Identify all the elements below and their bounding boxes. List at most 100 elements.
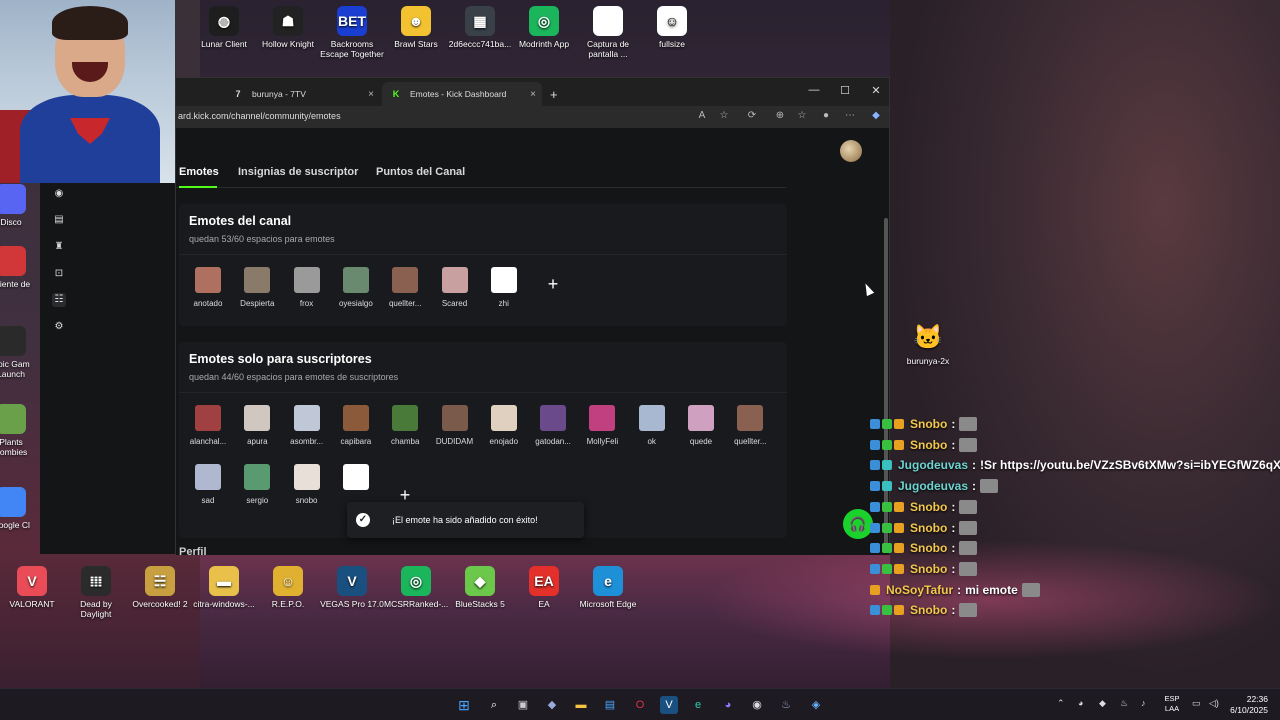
emote-item[interactable]: zhi — [479, 267, 529, 308]
desktop-icon-top-2[interactable]: BET Backrooms Escape Together — [320, 6, 384, 59]
emote-item[interactable]: sad — [183, 464, 233, 505]
desktop-icon-left-2[interactable]: Epic Gam Launch — [0, 326, 40, 379]
emote-item[interactable]: DUDIDAM — [430, 405, 480, 446]
broadcast-icon[interactable]: ◉ — [52, 187, 66, 201]
add-emote-button[interactable]: + — [537, 269, 569, 301]
extensions-icon[interactable]: ⟳ — [744, 110, 760, 121]
close-tab-icon[interactable]: × — [530, 89, 536, 100]
language-indicator[interactable]: ESP LAA — [1160, 694, 1184, 714]
analytics-icon[interactable]: ▤ — [52, 213, 66, 227]
more-menu-icon[interactable]: ⋯ — [842, 110, 858, 121]
desktop-icon-bottom-4[interactable]: ☺ R.E.P.O. — [256, 566, 320, 609]
emote-item[interactable]: quede — [676, 405, 726, 446]
emote-item[interactable]: quellter... — [380, 267, 430, 308]
desktop-icon-left-1[interactable]: Cliente de — [0, 246, 40, 289]
edge-icon[interactable]: e — [689, 696, 707, 714]
trophy-icon[interactable]: ♜ — [52, 240, 66, 254]
discord-icon[interactable]: ◕ — [719, 696, 737, 714]
moderation-icon[interactable]: ⊡ — [52, 267, 66, 281]
desktop-icon-top-5[interactable]: ◎ Modrinth App — [512, 6, 576, 49]
tray-steam-icon[interactable]: ♨ — [1120, 698, 1128, 709]
emote-item[interactable]: MollyFeli — [577, 405, 627, 446]
tab-emotes[interactable]: Emotes — [179, 166, 219, 178]
desktop-icon-left-4[interactable]: Google Cl — [0, 487, 40, 530]
emote-item[interactable]: asombr... — [282, 405, 332, 446]
desktop-icon-top-7[interactable]: ☺ fullsize — [640, 6, 704, 49]
opera-icon[interactable]: O — [631, 696, 649, 714]
obs-icon[interactable]: ◉ — [748, 696, 766, 714]
address-bar[interactable]: ard.kick.com/channel/community/emotes A … — [176, 106, 889, 128]
desktop-icon-bottom-2[interactable]: ☵ Overcooked! 2 — [128, 566, 192, 609]
tab-7tv[interactable]: 7 burunya - 7TV × — [224, 82, 380, 106]
desktop-icon-burunya[interactable]: 🐱 burunya-2x — [896, 323, 960, 367]
network-icon[interactable]: ▭ — [1192, 698, 1201, 709]
file-explorer-icon[interactable]: ▬ — [572, 696, 590, 714]
favorites-icon[interactable]: ☆ — [794, 110, 810, 121]
desktop-icon-bottom-6[interactable]: ◎ MCSRRanked-... — [384, 566, 448, 609]
minimize-button[interactable]: — — [804, 84, 824, 96]
desktop-icon-bottom-5[interactable]: V VEGAS Pro 17.0 — [320, 566, 384, 609]
copilot-icon[interactable]: ◆ — [868, 110, 884, 121]
tray-mic-icon[interactable]: ♪ — [1141, 698, 1146, 708]
emote-item[interactable]: ok — [627, 405, 677, 446]
url-text[interactable]: ard.kick.com/channel/community/emotes — [178, 111, 341, 121]
copilot-taskbar-icon[interactable]: ◆ — [543, 696, 561, 714]
tray-chevron-icon[interactable]: ⌃ — [1057, 698, 1065, 709]
desktop-icon-top-1[interactable]: ☗ Hollow Knight — [256, 6, 320, 49]
desktop-icon-top-4[interactable]: ▦ 2d6eccc741ba... — [448, 6, 512, 49]
emote-item[interactable]: apura — [232, 405, 282, 446]
emote-item[interactable]: sergio — [232, 464, 282, 505]
microphone-icon[interactable]: 🎧 — [843, 509, 873, 539]
emote-item[interactable]: oyesialgo — [331, 267, 381, 308]
emote-item[interactable]: frox — [282, 267, 332, 308]
desktop-icon-top-3[interactable]: ☻ Brawl Stars — [384, 6, 448, 49]
desktop-icon-bottom-3[interactable]: ▬ citra-windows-... — [192, 566, 256, 609]
search-icon[interactable]: ⌕ — [485, 696, 503, 714]
tab-channel-points[interactable]: Puntos del Canal — [376, 166, 465, 178]
tab-subscriber-badges[interactable]: Insignias de suscriptor — [238, 166, 358, 178]
user-avatar[interactable] — [840, 140, 862, 162]
desktop-icon-top-0[interactable]: ◍ Lunar Client — [192, 6, 256, 49]
emote-item[interactable]: enojado — [479, 405, 529, 446]
emote-item[interactable]: snobo — [282, 464, 332, 505]
split-screen-icon[interactable]: ⊕ — [772, 110, 788, 121]
emote-item[interactable]: chamba — [380, 405, 430, 446]
settings-gear-icon[interactable]: ⚙ — [52, 320, 66, 334]
vegas-icon[interactable]: V — [660, 696, 678, 714]
read-aloud-icon[interactable]: A — [694, 110, 710, 121]
favorite-star-icon[interactable]: ☆ — [716, 110, 732, 121]
chat-username: Snobo — [910, 541, 948, 556]
new-tab-button[interactable]: + — [546, 82, 566, 106]
desktop-icon-bottom-1[interactable]: 𝍖 Dead by Daylight — [64, 566, 128, 619]
emote-item[interactable]: quellter... — [725, 405, 775, 446]
tab-kick-dashboard[interactable]: K Emotes - Kick Dashboard × — [382, 82, 542, 106]
close-tab-icon[interactable]: × — [368, 89, 374, 100]
steam-icon[interactable]: ♨ — [777, 696, 795, 714]
system-clock[interactable]: 22:36 6/10/2025 — [1224, 694, 1268, 716]
task-view-icon[interactable]: ▣ — [514, 696, 532, 714]
maximize-button[interactable]: ☐ — [835, 84, 855, 97]
desktop-icon-bottom-0[interactable]: V VALORANT — [0, 566, 64, 609]
desktop-icon-bottom-7[interactable]: ◆ BlueStacks 5 — [448, 566, 512, 609]
desktop-icon-bottom-9[interactable]: e Microsoft Edge — [576, 566, 640, 609]
desktop-icon-left-3[interactable]: Plants Zombies — [0, 404, 40, 457]
tray-app-icon[interactable]: ◆ — [1099, 698, 1106, 709]
emote-item[interactable]: Scared — [430, 267, 480, 308]
desktop-icon-bottom-8[interactable]: EA EA — [512, 566, 576, 609]
emote-item[interactable]: anotado — [183, 267, 233, 308]
desktop-icon-top-6[interactable]: Captura de pantalla ... — [576, 6, 640, 59]
emote-item[interactable]: capibara — [331, 405, 381, 446]
close-window-button[interactable]: ✕ — [866, 84, 886, 97]
volume-icon[interactable]: ◁) — [1209, 698, 1219, 709]
desktop-icon-left-0[interactable]: Disco — [0, 184, 40, 227]
emote-item[interactable]: alanchal... — [183, 405, 233, 446]
tray-discord-icon[interactable]: ◕ — [1078, 698, 1083, 708]
emote-item[interactable] — [331, 464, 381, 496]
community-icon[interactable]: ☷ — [52, 293, 66, 307]
emote-item[interactable]: Despierta — [232, 267, 282, 308]
app-icon[interactable]: ◈ — [807, 696, 825, 714]
emote-item[interactable]: gatodan... — [528, 405, 578, 446]
store-icon[interactable]: ▤ — [601, 696, 619, 714]
profile-icon[interactable]: ● — [818, 110, 834, 121]
windows-start-icon[interactable]: ⊞ — [455, 696, 473, 714]
